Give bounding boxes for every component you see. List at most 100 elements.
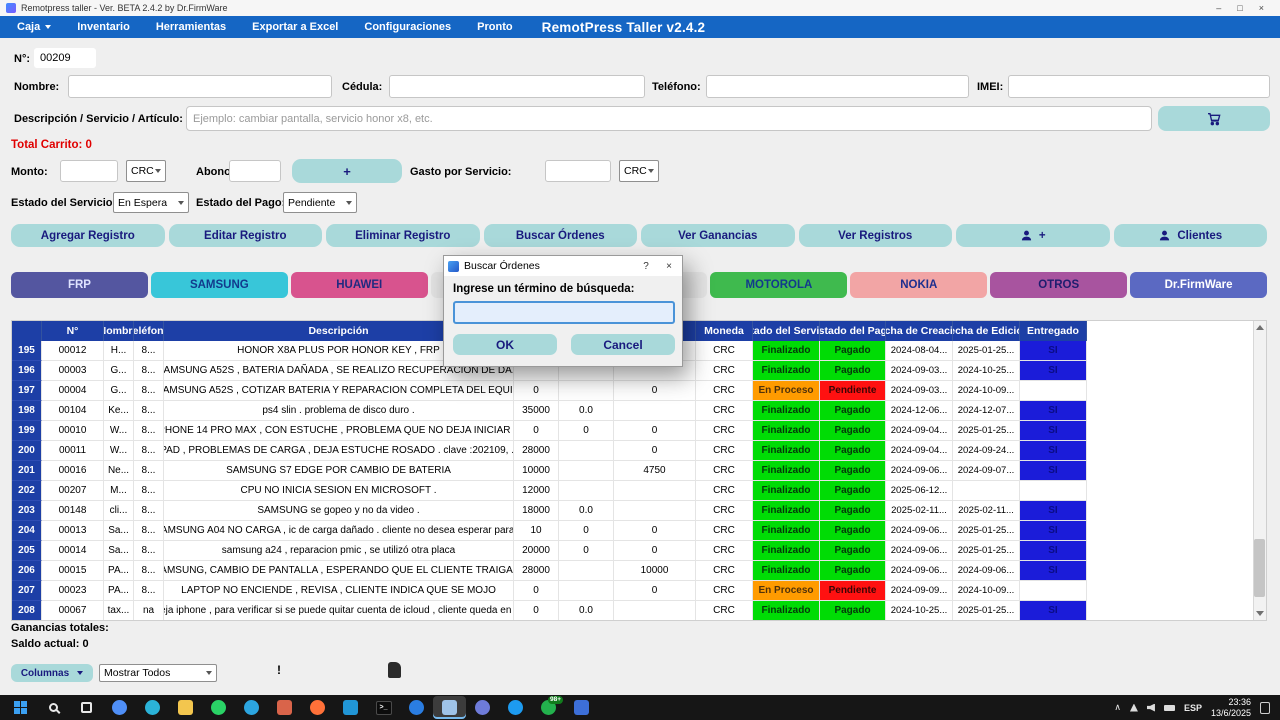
table-row[interactable]: 19900010W...8...IPHONE 14 PRO MAX , CON …: [12, 421, 1266, 441]
table-row[interactable]: 19800104Ke...8...ps4 slin . problema de …: [12, 401, 1266, 421]
notification-center-icon[interactable]: [1260, 702, 1270, 714]
order-number-cell: 00148: [42, 501, 104, 521]
paid-cell: [559, 581, 614, 601]
messenger-icon[interactable]: [400, 696, 433, 719]
table-row[interactable]: 20400013Sa...8...SAMSUNG A04 NO CARGA , …: [12, 521, 1266, 541]
order-number-cell: 00015: [42, 561, 104, 581]
amount-cell: 0: [514, 601, 559, 621]
whatsapp-icon[interactable]: [202, 696, 235, 719]
telegram-icon[interactable]: [235, 696, 268, 719]
ok-button[interactable]: OK: [453, 334, 557, 355]
table-row[interactable]: 20800067tax...nadeja iphone , para verif…: [12, 601, 1266, 621]
scroll-up-icon[interactable]: [1256, 325, 1264, 330]
dialog-app-icon: [448, 261, 459, 272]
brand-button-dr-firmware[interactable]: Dr.FirmWare: [1130, 272, 1267, 298]
app-blue-icon[interactable]: [499, 696, 532, 719]
task-view-icon[interactable]: [70, 696, 103, 719]
terminal-icon[interactable]: >_: [367, 696, 400, 719]
table-row[interactable]: 20300148cli...8...SAMSUNG se gopeo y no …: [12, 501, 1266, 521]
imei-input[interactable]: [1008, 75, 1270, 98]
edge-icon[interactable]: [136, 696, 169, 719]
menu-item-inventario[interactable]: Inventario: [64, 21, 143, 33]
search-icon[interactable]: [37, 696, 70, 719]
paid-cell: 0: [559, 421, 614, 441]
table-row[interactable]: 20600015PA...8...SAMSUNG, CAMBIO DE PANT…: [12, 561, 1266, 581]
menu-item-configuraciones[interactable]: Configuraciones: [351, 21, 464, 33]
clock[interactable]: 23:36 13/6/2025: [1211, 697, 1251, 719]
remotpress-app-icon[interactable]: [433, 696, 466, 719]
table-row[interactable]: 20000011W...8...IPAD , PROBLEMAS DE CARG…: [12, 441, 1266, 461]
add-client-button[interactable]: +: [956, 224, 1110, 247]
cedula-input[interactable]: [389, 75, 645, 98]
photos-icon[interactable]: [268, 696, 301, 719]
brand-button-otros[interactable]: OTROS: [990, 272, 1127, 298]
firefox-icon[interactable]: [301, 696, 334, 719]
brand-button-nokia[interactable]: NOKIA: [850, 272, 987, 298]
scroll-down-icon[interactable]: [1256, 611, 1264, 616]
columnas-button[interactable]: Columnas: [11, 664, 93, 682]
action-button-ver-registros[interactable]: Ver Registros: [799, 224, 953, 247]
action-button-buscar-ordenes[interactable]: Buscar Órdenes: [484, 224, 638, 247]
app-blue-2-icon[interactable]: [565, 696, 598, 719]
menu-item-exportar-a-excel[interactable]: Exportar a Excel: [239, 21, 351, 33]
cart-button[interactable]: [1158, 106, 1270, 131]
file-explorer-icon[interactable]: [169, 696, 202, 719]
brand-button-motorola[interactable]: MOTOROLA: [710, 272, 847, 298]
keyboard-language[interactable]: ESP: [1184, 703, 1202, 713]
action-button-clientes[interactable]: Clientes: [1114, 224, 1268, 247]
gasto-currency-select[interactable]: CRC: [619, 160, 659, 182]
telefono-input[interactable]: [706, 75, 969, 98]
cancel-button[interactable]: Cancel: [571, 334, 675, 355]
action-button-editar-registro[interactable]: Editar Registro: [169, 224, 323, 247]
action-button-ver-ganancias[interactable]: Ver Ganancias: [641, 224, 795, 247]
currency-cell: CRC: [696, 561, 753, 581]
vscode-icon[interactable]: [334, 696, 367, 719]
dialog-help-button[interactable]: ?: [637, 261, 655, 272]
add-to-cart-button[interactable]: +: [292, 159, 402, 183]
search-term-input[interactable]: [453, 301, 675, 324]
menu-item-herramientas[interactable]: Herramientas: [143, 21, 239, 33]
table-row[interactable]: 20500014Sa...8...samsung a24 , reparacio…: [12, 541, 1266, 561]
tray-expand-icon[interactable]: ∧: [1114, 702, 1121, 713]
monto-currency-select[interactable]: CRC: [126, 160, 166, 182]
gasto-input[interactable]: [545, 160, 611, 182]
volume-icon[interactable]: [1147, 704, 1155, 712]
menu-item-caja[interactable]: Caja: [4, 21, 64, 33]
action-button-agregar-registro[interactable]: Agregar Registro: [11, 224, 165, 247]
brand-button-samsung[interactable]: SAMSUNG: [151, 272, 288, 298]
battery-icon[interactable]: [1164, 705, 1175, 711]
action-button-eliminar-registro[interactable]: Eliminar Registro: [326, 224, 480, 247]
delivered-cell: SI: [1020, 501, 1087, 521]
descripcion-input[interactable]: [186, 106, 1152, 131]
chat-icon[interactable]: 98+: [532, 696, 565, 719]
table-row[interactable]: 20100016Ne...8...SAMSUNG S7 EDGE POR CAM…: [12, 461, 1266, 481]
service-status-cell: En Proceso: [753, 581, 820, 601]
nombre-input[interactable]: [68, 75, 332, 98]
estado-pago-select[interactable]: Pendiente: [283, 192, 357, 213]
windows-start-icon[interactable]: [4, 696, 37, 719]
monto-input[interactable]: [60, 160, 118, 182]
network-icon[interactable]: [1130, 704, 1138, 712]
table-row[interactable]: 20200207M...8...CPU NO INICIA SESION EN …: [12, 481, 1266, 501]
close-button[interactable]: ×: [1259, 3, 1264, 13]
widgets-icon[interactable]: [103, 696, 136, 719]
abono-input[interactable]: [229, 160, 281, 182]
table-row[interactable]: 20700023PA...8...LAPTOP NO ENCIENDE , RE…: [12, 581, 1266, 601]
table-row[interactable]: 19700004G...8...SAMSUNG A52S , COTIZAR B…: [12, 381, 1266, 401]
phone-cell: na: [134, 601, 164, 621]
edited-date-cell: 2025-01-25...: [953, 341, 1020, 361]
brand-button-frp[interactable]: FRP: [11, 272, 148, 298]
menu-item-pronto[interactable]: Pronto: [464, 21, 525, 33]
estado-servicio-select[interactable]: En Espera: [113, 192, 189, 213]
brand-button-huawei[interactable]: HUAWEI: [291, 272, 428, 298]
currency-cell: CRC: [696, 541, 753, 561]
discord-icon[interactable]: [466, 696, 499, 719]
numero-input[interactable]: [34, 48, 96, 68]
order-number-cell: 00207: [42, 481, 104, 501]
minimize-button[interactable]: –: [1216, 3, 1221, 13]
scrollbar-thumb[interactable]: [1254, 539, 1265, 597]
mostrar-select[interactable]: Mostrar Todos: [99, 664, 217, 682]
dialog-close-button[interactable]: ×: [660, 261, 678, 272]
maximize-button[interactable]: □: [1237, 3, 1242, 13]
header-currency: Moneda: [696, 321, 753, 341]
